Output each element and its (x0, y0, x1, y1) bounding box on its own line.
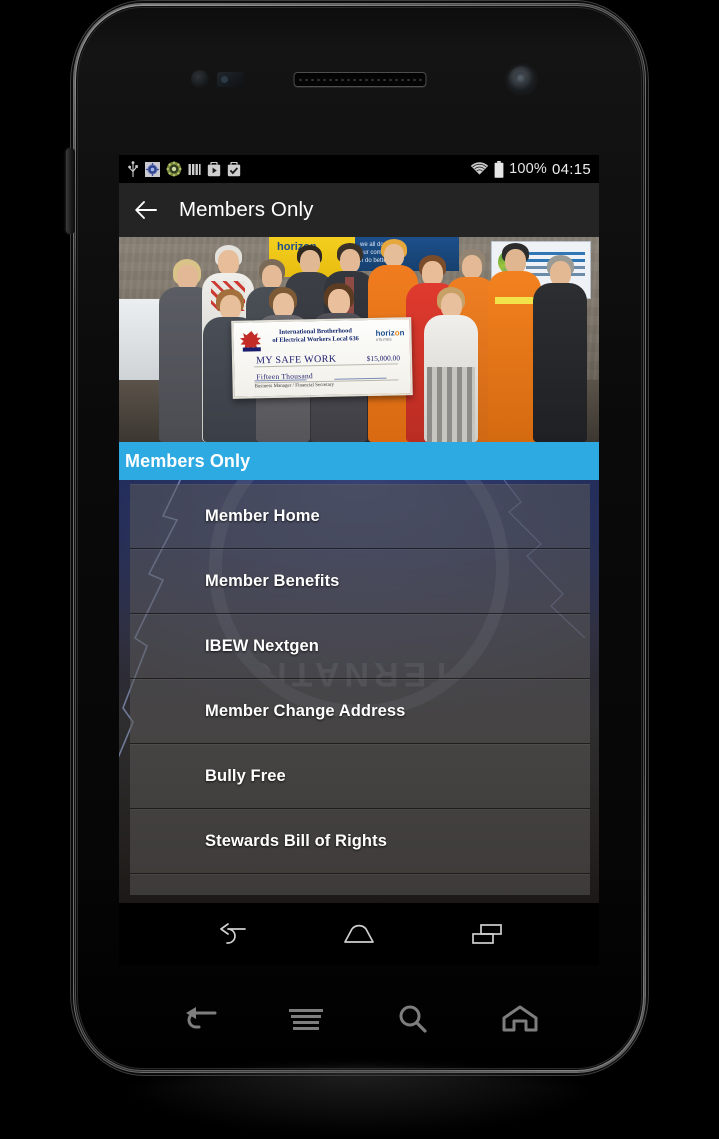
nav-home-icon (344, 924, 374, 943)
cap-back-icon (185, 1007, 216, 1029)
wifi-icon (470, 162, 489, 175)
list-item-label: Member Benefits (205, 571, 340, 590)
cheque-signature-label: Business Manager / Financial Secretary (254, 382, 335, 390)
list-item[interactable]: IBEW Nextgen (130, 614, 590, 679)
cap-menu-icon (288, 1009, 323, 1030)
list-item-label: IBEW Nextgen (205, 636, 319, 655)
phone-screen: 100% 04:15 Members Only we all do good;o… (119, 155, 599, 965)
cheque-sponsor-logo: horizon UTILITIES (375, 328, 405, 342)
battery-full-icon (494, 160, 504, 178)
section-header-label: Members Only (125, 450, 251, 471)
ibew-logo-icon (239, 330, 262, 352)
list-item[interactable]: Member Home (130, 484, 590, 549)
battery-percent: 100% (509, 161, 547, 177)
list-item-label: Member Change Address (205, 701, 406, 720)
signal-bars-icon (188, 163, 201, 175)
play-store-icon (207, 161, 221, 176)
volume-rocker-button[interactable] (66, 148, 75, 234)
menu-list: Member Home Member Benefits IBEW Nextgen… (130, 484, 590, 896)
nav-recents-icon (472, 924, 502, 944)
cap-home-icon (502, 1005, 537, 1032)
usb-icon (128, 160, 138, 177)
cap-search-icon (399, 1005, 427, 1033)
phone-device: 100% 04:15 Members Only we all do good;o… (66, 0, 649, 1076)
cheque-payee: MY SAFE WORK (255, 353, 337, 367)
list-item[interactable]: Member Change Address (130, 679, 590, 744)
earpiece-speaker (293, 72, 426, 87)
cheque-org: International Brotherhood of Electrical … (272, 327, 359, 345)
app-bar: Members Only (119, 183, 599, 237)
list-item-label: Bully Free (205, 766, 286, 785)
capacitive-key-row (119, 980, 599, 1058)
menu-list-area: INTERNATIONAL BROTHERHOOD ELECTRICAL WOR… (119, 480, 599, 965)
status-bar-icons (127, 160, 241, 178)
list-item-label: Stewards Bill of Rights (205, 831, 387, 850)
novelty-cheque: International Brotherhood of Electrical … (231, 317, 413, 399)
device-reflection (108, 1068, 608, 1134)
front-camera (508, 66, 535, 93)
status-bar-system: 100% 04:15 (470, 160, 591, 178)
list-item[interactable]: Bully Free (130, 744, 590, 809)
nav-back-icon (220, 923, 246, 944)
page-title: Members Only (179, 198, 314, 221)
list-item-label: Member Home (205, 506, 320, 525)
proximity-sensor (191, 70, 209, 88)
section-header: Members Only (119, 442, 599, 480)
nav-recents-button[interactable] (467, 917, 507, 951)
cap-search-button[interactable] (390, 996, 436, 1042)
nav-back-button[interactable] (211, 917, 251, 951)
list-item[interactable]: Member Benefits (130, 549, 590, 614)
cap-back-button[interactable] (176, 996, 222, 1042)
gear-flower-icon (166, 161, 182, 177)
cap-home-button[interactable] (497, 996, 543, 1042)
cheque-amount: $15,000.00 (366, 353, 401, 364)
cap-menu-button[interactable] (283, 996, 329, 1042)
status-bar-clock: 04:15 (551, 160, 591, 178)
ambient-light-sensor (217, 72, 244, 87)
sync-circle-icon (145, 161, 160, 177)
status-bar: 100% 04:15 (119, 155, 599, 183)
list-item[interactable]: Stewards Bill of Rights (130, 809, 590, 874)
app-install-icon (227, 161, 241, 176)
back-arrow-icon[interactable] (133, 197, 159, 223)
screenshot-root: 100% 04:15 Members Only we all do good;o… (0, 0, 719, 1139)
list-item-partial[interactable] (130, 874, 590, 896)
hero-photo[interactable]: we all do good;our commn do bette (119, 237, 599, 442)
android-nav-bar (119, 903, 599, 965)
nav-home-button[interactable] (339, 917, 379, 951)
